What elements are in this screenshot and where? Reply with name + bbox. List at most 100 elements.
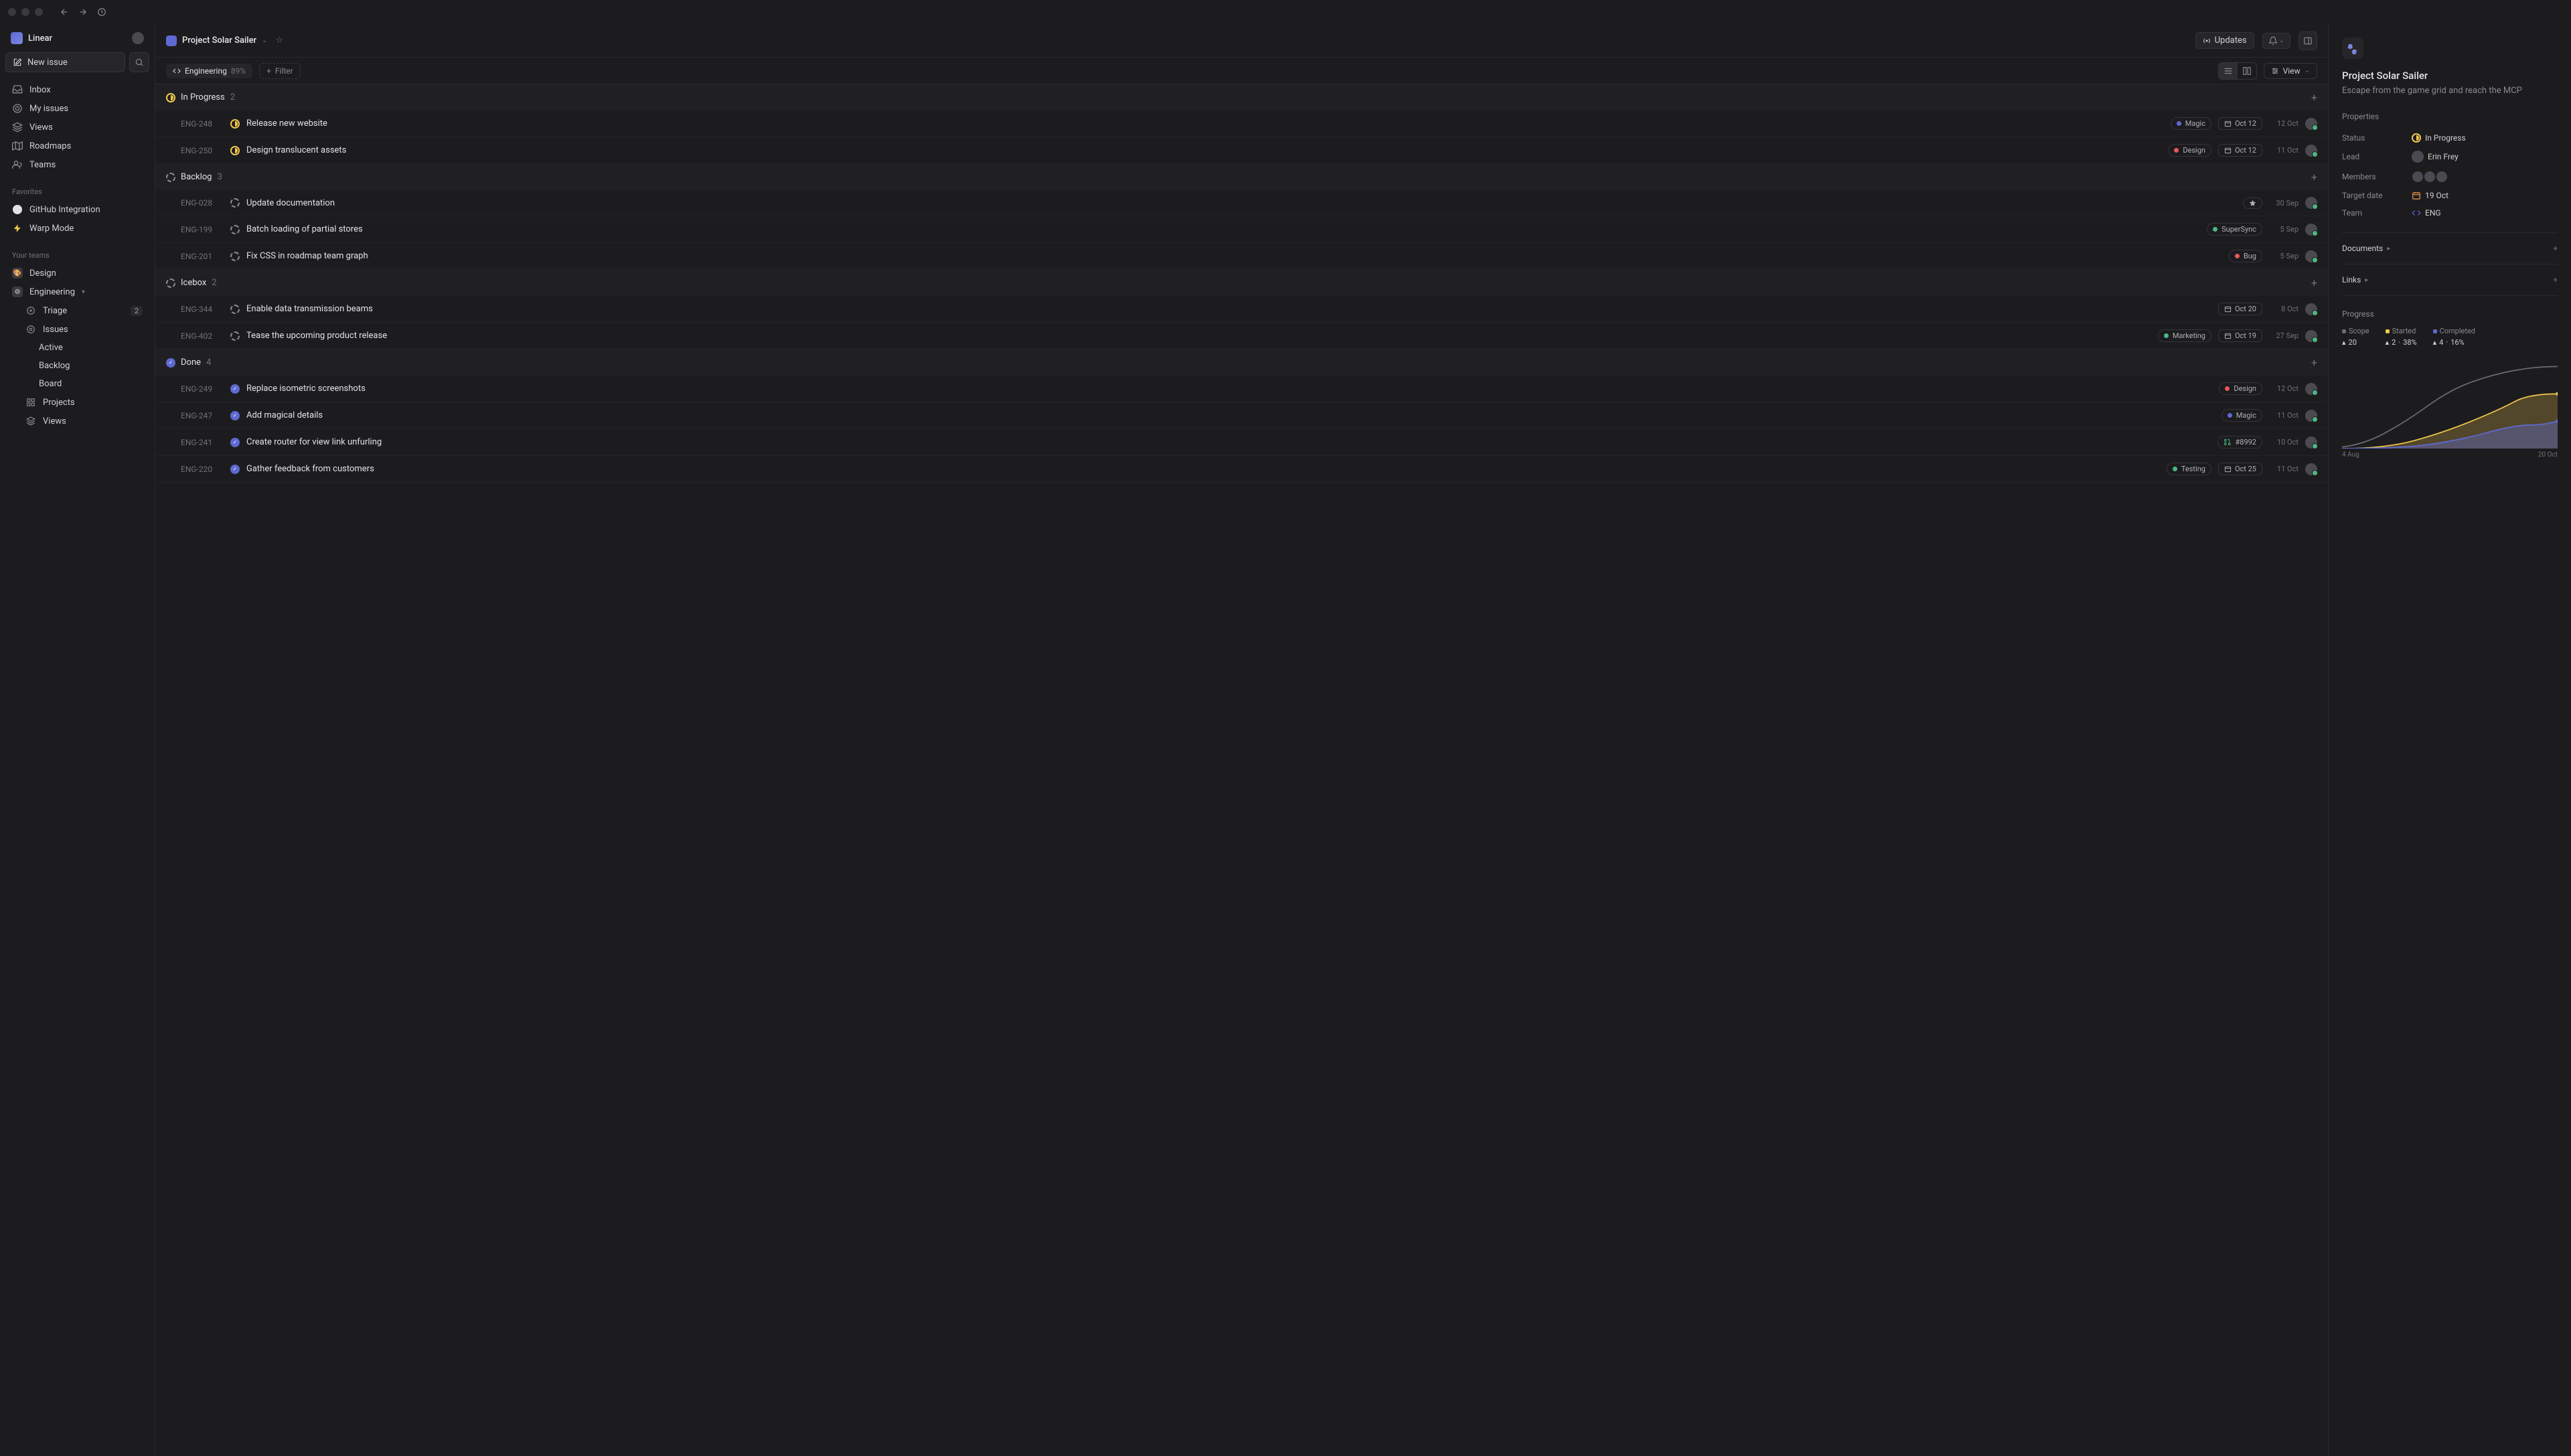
new-issue-button[interactable]: New issue xyxy=(5,52,125,72)
prop-target-date[interactable]: Target date 19 Oct xyxy=(2342,187,2558,204)
issue-tag[interactable]: Testing xyxy=(2167,463,2211,475)
status-icon[interactable] xyxy=(230,438,240,447)
group-header[interactable]: Done4+ xyxy=(155,349,2328,376)
date-chip[interactable]: Oct 12 xyxy=(2218,117,2262,130)
add-issue-button[interactable]: + xyxy=(2311,171,2317,183)
issue-row[interactable]: ⋯ENG-199Batch loading of partial storesS… xyxy=(155,216,2328,243)
team-sub-board[interactable]: Board xyxy=(5,375,149,393)
workspace-switcher[interactable]: Linear xyxy=(5,29,149,47)
add-issue-button[interactable]: + xyxy=(2311,356,2317,369)
filter-chip-team[interactable]: Engineering 89% xyxy=(166,64,252,78)
assignee-avatar[interactable] xyxy=(2305,145,2317,157)
status-icon[interactable] xyxy=(230,411,240,420)
issue-row[interactable]: ⋯ENG-220Gather feedback from customersTe… xyxy=(155,456,2328,483)
nav-forward-button[interactable] xyxy=(75,4,91,20)
prop-team[interactable]: Team ENG xyxy=(2342,204,2558,222)
add-link-button[interactable]: + xyxy=(2553,275,2558,285)
prop-status[interactable]: Status In Progress xyxy=(2342,129,2558,147)
issue-row[interactable]: ⋯ENG-028Update documentation30 Sep xyxy=(155,190,2328,216)
history-button[interactable] xyxy=(94,4,110,20)
status-icon[interactable] xyxy=(230,198,240,208)
date-chip[interactable]: Oct 25 xyxy=(2218,463,2262,475)
issue-row[interactable]: ⋯ENG-248Release new websiteMagicOct 1212… xyxy=(155,110,2328,137)
team-sub-active[interactable]: Active xyxy=(5,339,149,357)
prop-lead[interactable]: Lead Erin Frey xyxy=(2342,147,2558,167)
sidebar-item-inbox[interactable]: Inbox xyxy=(5,80,149,99)
team-sub-issues[interactable]: Issues xyxy=(5,320,149,339)
issue-row[interactable]: ⋯ENG-402Tease the upcoming product relea… xyxy=(155,323,2328,349)
date-chip[interactable]: Oct 19 xyxy=(2218,329,2262,342)
add-filter-button[interactable]: + Filter xyxy=(259,63,301,79)
favorite-star-button[interactable]: ☆ xyxy=(276,35,284,46)
status-icon[interactable] xyxy=(230,305,240,314)
team-item-engineering[interactable]: ⚙ Engineering ▾ xyxy=(5,282,149,301)
group-header[interactable]: Icebox2+ xyxy=(155,270,2328,296)
assignee-avatar[interactable] xyxy=(2305,330,2317,342)
list-view-button[interactable] xyxy=(2219,63,2238,79)
sidebar-item-teams[interactable]: Teams xyxy=(5,155,149,174)
date-chip[interactable]: Oct 12 xyxy=(2218,144,2262,157)
team-sub-views[interactable]: Views xyxy=(5,412,149,430)
issue-tag[interactable]: Marketing xyxy=(2158,329,2211,342)
toggle-sidebar-button[interactable] xyxy=(2299,31,2317,50)
favorite-item-warp[interactable]: Warp Mode xyxy=(5,219,149,238)
assignee-avatar[interactable] xyxy=(2305,303,2317,315)
chevron-down-icon[interactable]: ⌄ xyxy=(262,37,267,44)
date-chip[interactable]: Oct 20 xyxy=(2218,303,2262,315)
issue-row[interactable]: ⋯ENG-344Enable data transmission beamsOc… xyxy=(155,296,2328,323)
status-icon[interactable] xyxy=(230,331,240,341)
issue-tag[interactable]: Magic xyxy=(2171,117,2211,130)
issue-row[interactable]: ⋯ENG-241Create router for view link unfu… xyxy=(155,429,2328,456)
group-header[interactable]: Backlog3+ xyxy=(155,164,2328,190)
assignee-avatar[interactable] xyxy=(2305,250,2317,262)
sidebar-item-my-issues[interactable]: My issues xyxy=(5,99,149,118)
assignee-avatar[interactable] xyxy=(2305,118,2317,130)
team-sub-triage[interactable]: Triage 2 xyxy=(5,301,149,320)
status-icon[interactable] xyxy=(230,252,240,261)
user-avatar[interactable] xyxy=(132,32,144,44)
prop-members[interactable]: Members xyxy=(2342,167,2558,187)
group-header[interactable]: In Progress2+ xyxy=(155,84,2328,110)
sidebar-item-views[interactable]: Views xyxy=(5,118,149,137)
issue-tag[interactable]: Bug xyxy=(2229,250,2262,262)
milestone-tag[interactable] xyxy=(2243,197,2262,209)
assignee-avatar[interactable] xyxy=(2305,410,2317,422)
assignee-avatar[interactable] xyxy=(2305,224,2317,236)
notifications-button[interactable]: ⌄ xyxy=(2262,33,2290,49)
board-view-button[interactable] xyxy=(2238,63,2256,79)
favorite-item-github[interactable]: GitHub Integration xyxy=(5,200,149,219)
breadcrumb[interactable]: Project Solar Sailer ⌄ xyxy=(166,35,268,46)
issue-tag[interactable]: SuperSync xyxy=(2207,223,2262,236)
issue-row[interactable]: ⋯ENG-249Replace isometric screenshotsDes… xyxy=(155,376,2328,402)
team-item-design[interactable]: 🎨 Design xyxy=(5,264,149,282)
assignee-avatar[interactable] xyxy=(2305,463,2317,475)
issue-row[interactable]: ⋯ENG-250Design translucent assetsDesignO… xyxy=(155,137,2328,164)
status-icon[interactable] xyxy=(230,146,240,155)
window-controls[interactable] xyxy=(8,8,43,16)
assignee-avatar[interactable] xyxy=(2305,383,2317,395)
status-icon[interactable] xyxy=(230,465,240,474)
issue-tag[interactable]: Design xyxy=(2219,382,2262,395)
add-issue-button[interactable]: + xyxy=(2311,276,2317,289)
documents-section[interactable]: Documents ▸ + xyxy=(2342,244,2558,253)
sidebar-item-roadmaps[interactable]: Roadmaps xyxy=(5,137,149,155)
team-sub-backlog[interactable]: Backlog xyxy=(5,357,149,375)
assignee-avatar[interactable] xyxy=(2305,436,2317,449)
links-section[interactable]: Links ▸ + xyxy=(2342,275,2558,285)
issue-row[interactable]: ⋯ENG-247Add magical detailsMagic11 Oct xyxy=(155,402,2328,429)
issue-tag[interactable]: Design xyxy=(2168,144,2211,157)
assignee-avatar[interactable] xyxy=(2305,197,2317,209)
pr-tag[interactable]: #8992 xyxy=(2217,436,2262,449)
updates-button[interactable]: Updates xyxy=(2195,32,2254,49)
view-options-button[interactable]: View ⌄ xyxy=(2264,63,2317,79)
add-document-button[interactable]: + xyxy=(2553,244,2558,253)
search-button[interactable] xyxy=(129,52,149,72)
nav-back-button[interactable] xyxy=(56,4,72,20)
team-sub-projects[interactable]: Projects xyxy=(5,393,149,412)
issue-tag[interactable]: Magic xyxy=(2222,409,2262,422)
status-icon[interactable] xyxy=(230,225,240,234)
status-icon[interactable] xyxy=(230,119,240,129)
add-issue-button[interactable]: + xyxy=(2311,91,2317,104)
issue-row[interactable]: ⋯ENG-201Fix CSS in roadmap team graphBug… xyxy=(155,243,2328,270)
status-icon[interactable] xyxy=(230,384,240,394)
